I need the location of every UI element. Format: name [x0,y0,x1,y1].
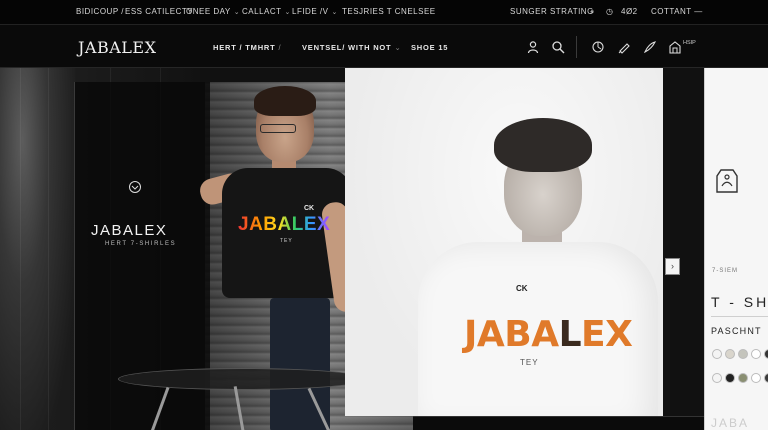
tag-logo-icon [716,169,738,193]
utility-link-1[interactable]: BIDICOUP / [76,7,124,16]
model-white-tee: CK JABALEX TEY [410,118,660,430]
account-icon[interactable] [526,40,540,54]
color-swatch[interactable] [738,373,748,383]
bottom-strip [413,416,704,430]
pen-icon[interactable] [617,40,631,54]
color-swatch[interactable] [738,349,748,359]
color-swatch[interactable] [764,349,768,359]
left-background-figure [0,68,75,430]
globe-icon[interactable] [591,40,605,54]
utility-clock-icon[interactable]: ◷ [606,7,613,16]
color-swatch[interactable] [764,373,768,383]
main-header: JABALEX HERT / TMHRT / VENTSEL/ WITH NOT ⌄… [0,24,768,68]
hero-banner: JABALEX HERT 7-SHIRLES CK JABALEX TEY CK… [0,68,768,430]
brand-mark-icon [129,181,141,193]
color-swatch[interactable] [751,373,761,383]
glasses-icon [260,124,296,133]
product-footer-text: JABA [711,416,750,430]
color-swatch[interactable] [725,349,735,359]
search-icon[interactable] [551,40,565,54]
utility-link-8[interactable]: 4Ø2 [621,7,638,16]
carousel-next-button[interactable]: › [665,258,680,275]
feather-icon[interactable] [643,40,657,54]
nav-item-ventsel[interactable]: VENTSEL/ WITH NOT ⌄ [302,43,402,52]
white-tee-print: JABALEX [464,314,633,355]
nav-item-tshirts[interactable]: HERT / TMHRT / [213,43,281,52]
product-detail-panel: 7-SIEM T - SHI PASCHNT JABA [704,68,768,430]
overlay-subtitle: HERT 7-SHIRLES [105,241,177,247]
white-tee-print-tag: CK [516,284,528,293]
black-tee-print-sub: TEY [280,238,293,244]
utility-link-2[interactable]: ESS CATILECTY [125,7,193,16]
utility-link-6[interactable]: TESJRIES T CNELSEE [342,7,436,16]
utility-bar: BIDICOUP / ESS CATILECTY ONEE DAY ⌄ CALLA… [0,0,768,24]
product-title: T - SHI [711,294,768,310]
white-tee-print-sub: TEY [520,358,539,367]
header-divider [576,36,577,58]
color-swatch[interactable] [712,349,722,359]
color-swatch[interactable] [712,373,722,383]
utility-link-contact[interactable]: COTTANT — [651,7,703,16]
black-tee-print-tag: CK [304,205,315,212]
utility-link-5[interactable]: LFIDE /V ⌄ [292,7,338,16]
product-divider [711,316,768,317]
black-tee-print: JABALEX [238,214,331,235]
utility-link-4[interactable]: CALLACT ⌄ [242,7,291,16]
glass-chair [118,368,368,430]
brand-logo[interactable]: JABALEX [78,38,156,57]
utility-link-7[interactable]: SUNGER STRATING [510,7,594,16]
overlay-brand-title: JABALEX [91,222,168,239]
nav-item-shoe[interactable]: SHOE 15 [411,43,448,52]
product-eyebrow: 7-SIEM [712,268,739,274]
store-icon[interactable] [668,40,682,54]
color-swatch[interactable] [725,373,735,383]
utility-link-3[interactable]: ONEE DAY ⌄ [186,7,240,16]
utility-search-icon[interactable]: ⌕ [590,7,595,17]
help-label[interactable]: HSIP [683,40,696,46]
product-label: PASCHNT [711,326,762,336]
color-swatch[interactable] [751,349,761,359]
